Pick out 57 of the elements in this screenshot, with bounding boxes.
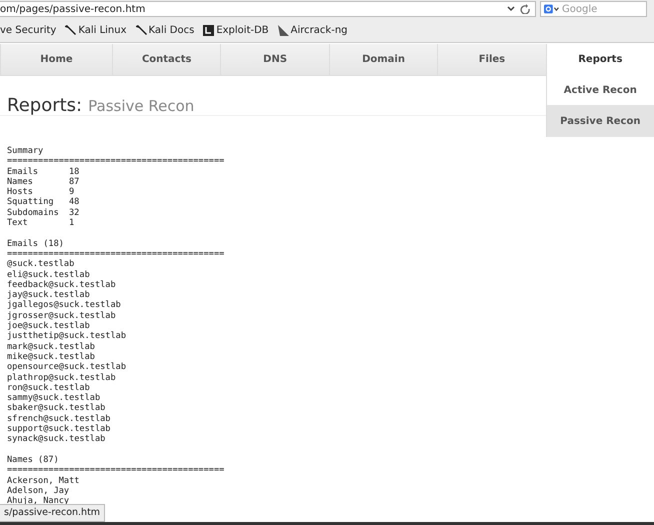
summary-label: Text xyxy=(7,218,29,228)
name-entry: Adelson, Jay xyxy=(7,486,70,496)
section-title: Emails (18) xyxy=(7,238,64,249)
email-entry: ron@suck.testlab xyxy=(7,382,90,393)
separator-text: ========================================== xyxy=(7,465,224,476)
summary-value: 1 xyxy=(69,218,74,228)
nav-tab[interactable]: Reports xyxy=(546,44,654,75)
url-text: om/pages/passive-recon.htm xyxy=(0,4,146,14)
dropdown-item[interactable]: Passive Recon xyxy=(546,106,654,137)
email-entry: plathrop@suck.testlab xyxy=(7,372,116,383)
summary-value: 9 xyxy=(69,187,74,198)
email-entry: jgallegos@suck.testlab xyxy=(7,300,121,311)
email-entry: eli@suck.testlab xyxy=(7,270,90,280)
bookmark-link[interactable]: Kali Docs xyxy=(136,24,194,36)
email-entry: joe@suck.testlab xyxy=(7,321,90,332)
nav-tab[interactable]: DNS xyxy=(220,44,329,75)
email-entry: @suck.testlab xyxy=(7,259,74,270)
summary-label: Emails xyxy=(7,166,40,177)
summary-value: 87 xyxy=(69,176,80,188)
summary-label: Names xyxy=(7,176,34,188)
nav-tab[interactable]: Domain xyxy=(328,44,438,75)
section-title: Summary xyxy=(7,146,44,156)
separator-text: ========================================== xyxy=(7,248,224,259)
email-entry: mike@suck.testlab xyxy=(7,352,95,362)
summary-label: Squatting xyxy=(7,197,55,208)
page-title: Reports: xyxy=(7,95,82,116)
status-bar: s/passive-recon.htm xyxy=(0,504,106,522)
name-entry: Ahuja, Nancy xyxy=(7,496,70,506)
email-entry: sfrench@suck.testlab xyxy=(7,414,110,424)
page-subtitle: Passive Recon xyxy=(88,97,194,115)
bookmark-link[interactable]: Aircrack-ng xyxy=(278,24,348,36)
address-bar[interactable]: om/pages/passive-recon.htm xyxy=(0,1,536,17)
email-entry: sbaker@suck.testlab xyxy=(7,403,106,414)
section-title: Names (87) xyxy=(7,454,59,466)
summary-value: 18 xyxy=(69,166,80,177)
nav-tab[interactable]: Contacts xyxy=(112,44,220,75)
name-entry: Ackerson, Matt xyxy=(7,476,80,486)
nav-tab[interactable]: Files xyxy=(437,44,546,75)
email-entry: jay@suck.testlab xyxy=(7,290,90,300)
summary-value: 48 xyxy=(69,197,80,208)
email-entry: synack@suck.testlab xyxy=(7,434,106,445)
email-entry: opensource@suck.testlab xyxy=(7,362,126,373)
summary-value: 32 xyxy=(69,208,80,218)
email-entry: sammy@suck.testlab xyxy=(7,393,100,404)
bookmark-link[interactable]: Kali Linux xyxy=(65,24,127,36)
summary-label: Hosts xyxy=(7,187,34,198)
bookmark-link[interactable]: Exploit-DB xyxy=(203,24,269,36)
email-entry: mark@suck.testlab xyxy=(7,342,95,352)
bookmark-link[interactable]: ve Security xyxy=(0,24,56,36)
dropdown-reload-icon[interactable] xyxy=(507,4,531,14)
separator-text: ========================================== xyxy=(7,156,224,167)
nav-tab[interactable]: Home xyxy=(0,44,112,75)
email-entry: jgrosser@suck.testlab xyxy=(7,310,116,321)
email-entry: feedback@suck.testlab xyxy=(7,280,116,290)
email-entry: justthetip@suck.testlab xyxy=(7,331,126,342)
email-entry: support@suck.testlab xyxy=(7,424,110,434)
summary-label: Subdomains xyxy=(7,208,60,218)
